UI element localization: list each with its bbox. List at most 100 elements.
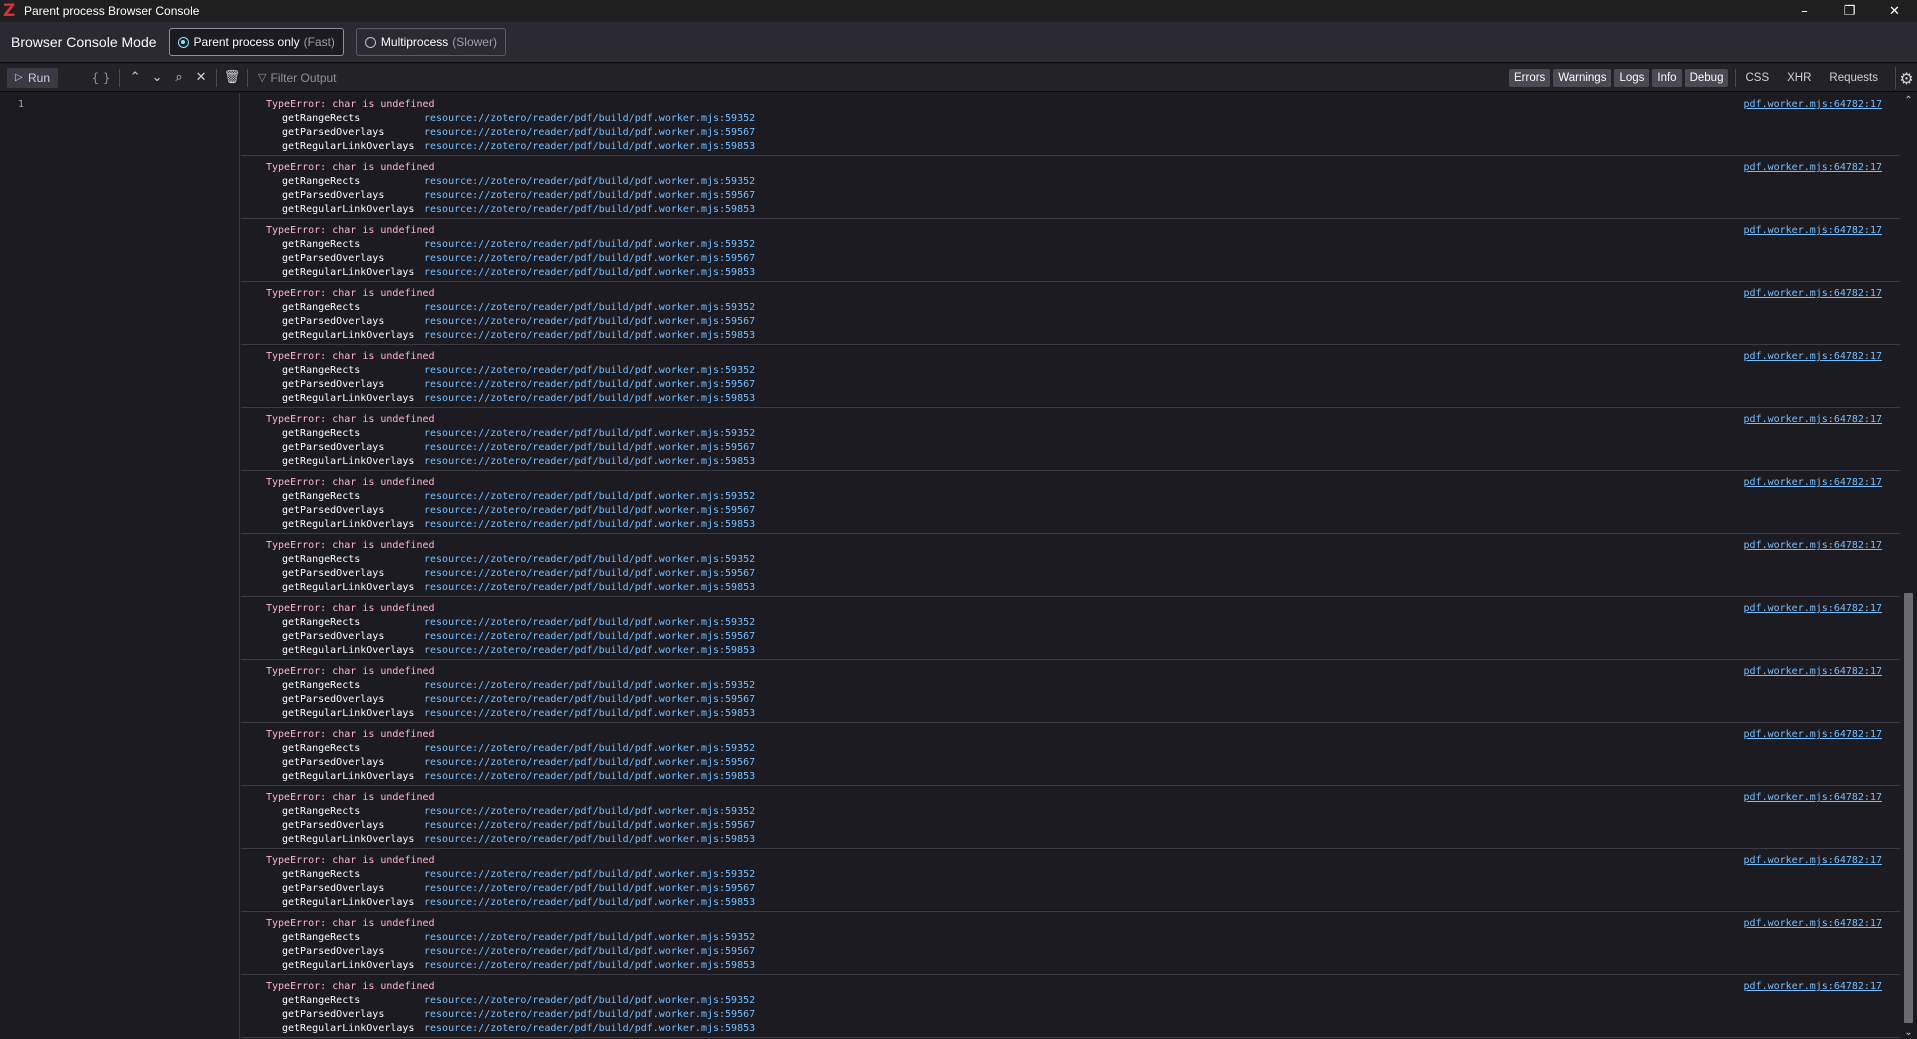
close-editor-button[interactable]: ✕ xyxy=(190,67,212,89)
stack-frame-source-link[interactable]: resource://zotero/reader/pdf/build/pdf.w… xyxy=(424,266,755,280)
message-source-link[interactable]: pdf.worker.mjs:64782:17 xyxy=(1744,854,1882,868)
stack-frame-source-link[interactable]: resource://zotero/reader/pdf/build/pdf.w… xyxy=(424,364,755,378)
stack-frame-source-link[interactable]: resource://zotero/reader/pdf/build/pdf.w… xyxy=(424,630,755,644)
console-message[interactable]: TypeError: char is undefined pdf.worker.m… xyxy=(241,786,1900,849)
stack-frame-source-link[interactable]: resource://zotero/reader/pdf/build/pdf.w… xyxy=(424,189,755,203)
stack-frame-source-link[interactable]: resource://zotero/reader/pdf/build/pdf.w… xyxy=(424,567,755,581)
message-source-link[interactable]: pdf.worker.mjs:64782:17 xyxy=(1744,476,1882,490)
stack-frame-source-link[interactable]: resource://zotero/reader/pdf/build/pdf.w… xyxy=(424,553,755,567)
console-message[interactable]: TypeError: char is undefined pdf.worker.m… xyxy=(241,93,1900,156)
restore-icon[interactable]: ❐ xyxy=(1827,0,1872,22)
stack-frame-source-link[interactable]: resource://zotero/reader/pdf/build/pdf.w… xyxy=(424,238,755,252)
stack-frame-source-link[interactable]: resource://zotero/reader/pdf/build/pdf.w… xyxy=(424,1008,755,1022)
stack-frame-source-link[interactable]: resource://zotero/reader/pdf/build/pdf.w… xyxy=(424,679,755,693)
console-message[interactable]: TypeError: char is undefined pdf.worker.m… xyxy=(241,975,1900,1038)
console-message[interactable]: TypeError: char is undefined pdf.worker.m… xyxy=(241,723,1900,786)
stack-frame-source-link[interactable]: resource://zotero/reader/pdf/build/pdf.w… xyxy=(424,707,755,721)
filter-output-input[interactable] xyxy=(270,70,471,85)
message-source-link[interactable]: pdf.worker.mjs:64782:17 xyxy=(1744,350,1882,364)
stack-frame-source-link[interactable]: resource://zotero/reader/pdf/build/pdf.w… xyxy=(424,175,755,189)
stack-frame-source-link[interactable]: resource://zotero/reader/pdf/build/pdf.w… xyxy=(424,945,755,959)
message-source-link[interactable]: pdf.worker.mjs:64782:17 xyxy=(1744,665,1882,679)
stack-frame-source-link[interactable]: resource://zotero/reader/pdf/build/pdf.w… xyxy=(424,868,755,882)
settings-gear-icon[interactable]: ⚙ xyxy=(1895,67,1917,89)
filter-errors-button[interactable]: Errors xyxy=(1508,69,1551,87)
message-source-link[interactable]: pdf.worker.mjs:64782:17 xyxy=(1744,728,1882,742)
filter-xhr-button[interactable]: XHR xyxy=(1782,69,1816,87)
message-source-link[interactable]: pdf.worker.mjs:64782:17 xyxy=(1744,224,1882,238)
message-source-link[interactable]: pdf.worker.mjs:64782:17 xyxy=(1744,161,1882,175)
stack-frame-source-link[interactable]: resource://zotero/reader/pdf/build/pdf.w… xyxy=(424,959,755,973)
stack-frame-source-link[interactable]: resource://zotero/reader/pdf/build/pdf.w… xyxy=(424,693,755,707)
console-message[interactable]: TypeError: char is undefined pdf.worker.m… xyxy=(241,345,1900,408)
mode-option-parent-process[interactable]: Parent process only (Fast) xyxy=(168,28,344,56)
stack-frame-source-link[interactable]: resource://zotero/reader/pdf/build/pdf.w… xyxy=(424,441,755,455)
stack-frame-source-link[interactable]: resource://zotero/reader/pdf/build/pdf.w… xyxy=(424,1022,755,1036)
mode-option-multiprocess[interactable]: Multiprocess (Slower) xyxy=(355,28,506,56)
stack-frame-source-link[interactable]: resource://zotero/reader/pdf/build/pdf.w… xyxy=(424,329,755,343)
stack-frame-source-link[interactable]: resource://zotero/reader/pdf/build/pdf.w… xyxy=(424,490,755,504)
stack-frame-source-link[interactable]: resource://zotero/reader/pdf/build/pdf.w… xyxy=(424,315,755,329)
message-source-link[interactable]: pdf.worker.mjs:64782:17 xyxy=(1744,791,1882,805)
message-source-link[interactable]: pdf.worker.mjs:64782:17 xyxy=(1744,98,1882,112)
stack-frame-source-link[interactable]: resource://zotero/reader/pdf/build/pdf.w… xyxy=(424,819,755,833)
reverse-search-button[interactable]: ⌕ xyxy=(168,67,190,89)
console-message[interactable]: TypeError: char is undefined pdf.worker.m… xyxy=(241,597,1900,660)
filter-info-button[interactable]: Info xyxy=(1652,69,1682,87)
stack-frame-source-link[interactable]: resource://zotero/reader/pdf/build/pdf.w… xyxy=(424,140,755,154)
filter-logs-button[interactable]: Logs xyxy=(1614,69,1650,87)
stack-frame-source-link[interactable]: resource://zotero/reader/pdf/build/pdf.w… xyxy=(424,882,755,896)
stack-frame-source-link[interactable]: resource://zotero/reader/pdf/build/pdf.w… xyxy=(424,392,755,406)
console-message[interactable]: TypeError: char is undefined pdf.worker.m… xyxy=(241,282,1900,345)
console-message[interactable]: TypeError: char is undefined pdf.worker.m… xyxy=(241,156,1900,219)
console-message[interactable]: TypeError: char is undefined pdf.worker.m… xyxy=(241,471,1900,534)
console-message[interactable]: TypeError: char is undefined pdf.worker.m… xyxy=(241,408,1900,471)
console-message[interactable]: TypeError: char is undefined pdf.worker.m… xyxy=(241,534,1900,597)
stack-frame-source-link[interactable]: resource://zotero/reader/pdf/build/pdf.w… xyxy=(424,455,755,469)
message-source-link[interactable]: pdf.worker.mjs:64782:17 xyxy=(1744,413,1882,427)
filter-warnings-button[interactable]: Warnings xyxy=(1553,69,1612,87)
stack-frame-source-link[interactable]: resource://zotero/reader/pdf/build/pdf.w… xyxy=(424,805,755,819)
stack-frame-source-link[interactable]: resource://zotero/reader/pdf/build/pdf.w… xyxy=(424,770,755,784)
stack-frame-source-link[interactable]: resource://zotero/reader/pdf/build/pdf.w… xyxy=(424,833,755,847)
stack-frame-source-link[interactable]: resource://zotero/reader/pdf/build/pdf.w… xyxy=(424,378,755,392)
message-source-link[interactable]: pdf.worker.mjs:64782:17 xyxy=(1744,602,1882,616)
console-message[interactable]: TypeError: char is undefined pdf.worker.m… xyxy=(241,219,1900,282)
history-previous-button[interactable]: ⌃ xyxy=(124,67,146,89)
stack-frame-source-link[interactable]: resource://zotero/reader/pdf/build/pdf.w… xyxy=(424,616,755,630)
console-message[interactable]: TypeError: char is undefined pdf.worker.m… xyxy=(241,849,1900,912)
minimize-icon[interactable]: – xyxy=(1782,0,1827,22)
filter-debug-button[interactable]: Debug xyxy=(1684,69,1729,87)
close-icon[interactable]: ✕ xyxy=(1872,0,1917,22)
console-message[interactable]: TypeError: char is undefined pdf.worker.m… xyxy=(241,912,1900,975)
stack-frame-source-link[interactable]: resource://zotero/reader/pdf/build/pdf.w… xyxy=(424,112,755,126)
console-editor[interactable]: 1 xyxy=(0,93,240,1039)
stack-frame-source-link[interactable]: resource://zotero/reader/pdf/build/pdf.w… xyxy=(424,931,755,945)
stack-frame-source-link[interactable]: resource://zotero/reader/pdf/build/pdf.w… xyxy=(424,427,755,441)
stack-frame-source-link[interactable]: resource://zotero/reader/pdf/build/pdf.w… xyxy=(424,994,755,1008)
history-next-button[interactable]: ⌄ xyxy=(146,67,168,89)
console-message[interactable]: TypeError: char is undefined pdf.worker.m… xyxy=(241,660,1900,723)
stack-frame-source-link[interactable]: resource://zotero/reader/pdf/build/pdf.w… xyxy=(424,504,755,518)
message-source-link[interactable]: pdf.worker.mjs:64782:17 xyxy=(1744,287,1882,301)
scrollbar-thumb[interactable] xyxy=(1904,593,1913,1023)
stack-frame-source-link[interactable]: resource://zotero/reader/pdf/build/pdf.w… xyxy=(424,581,755,595)
filter-css-button[interactable]: CSS xyxy=(1740,69,1774,87)
run-button[interactable]: ▷ Run xyxy=(7,67,59,88)
message-source-link[interactable]: pdf.worker.mjs:64782:17 xyxy=(1744,917,1882,931)
scroll-down-arrow-icon[interactable]: ⌄ xyxy=(1900,1025,1917,1039)
clear-output-button[interactable]: 🗑 xyxy=(221,67,243,89)
stack-frame-source-link[interactable]: resource://zotero/reader/pdf/build/pdf.w… xyxy=(424,203,755,217)
stack-frame-source-link[interactable]: resource://zotero/reader/pdf/build/pdf.w… xyxy=(424,252,755,266)
stack-frame-source-link[interactable]: resource://zotero/reader/pdf/build/pdf.w… xyxy=(424,896,755,910)
stack-frame-source-link[interactable]: resource://zotero/reader/pdf/build/pdf.w… xyxy=(424,301,755,315)
message-source-link[interactable]: pdf.worker.mjs:64782:17 xyxy=(1744,539,1882,553)
stack-frame-source-link[interactable]: resource://zotero/reader/pdf/build/pdf.w… xyxy=(424,742,755,756)
stack-frame-source-link[interactable]: resource://zotero/reader/pdf/build/pdf.w… xyxy=(424,644,755,658)
stack-frame-source-link[interactable]: resource://zotero/reader/pdf/build/pdf.w… xyxy=(424,518,755,532)
message-source-link[interactable]: pdf.worker.mjs:64782:17 xyxy=(1744,980,1882,994)
stack-frame-source-link[interactable]: resource://zotero/reader/pdf/build/pdf.w… xyxy=(424,756,755,770)
filter-requests-button[interactable]: Requests xyxy=(1824,69,1883,87)
output-scrollbar[interactable]: ⌃ ⌄ xyxy=(1900,93,1917,1039)
stack-frame-source-link[interactable]: resource://zotero/reader/pdf/build/pdf.w… xyxy=(424,126,755,140)
